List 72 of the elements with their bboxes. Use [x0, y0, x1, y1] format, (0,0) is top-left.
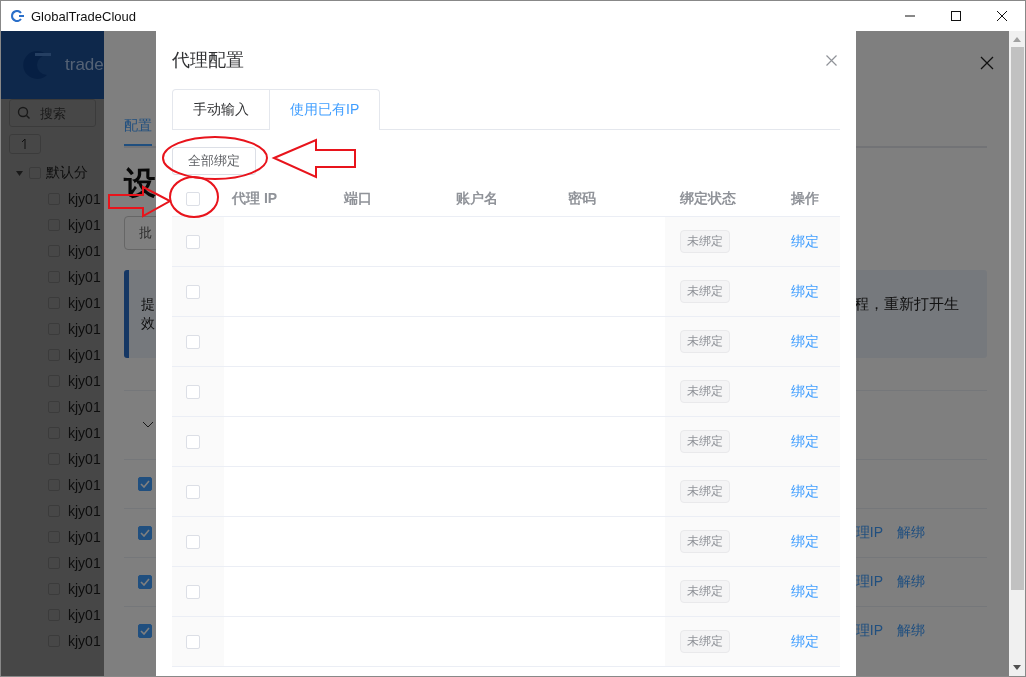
tree-item[interactable]: kjy01: [68, 243, 101, 259]
column-header: 操作: [791, 190, 819, 208]
bind-link[interactable]: 绑定: [791, 432, 819, 451]
tree-item[interactable]: kjy01: [68, 477, 101, 493]
window-title: GlobalTradeCloud: [31, 8, 137, 24]
tree-item[interactable]: kjy01: [68, 425, 101, 441]
status-tag: 未绑定: [680, 330, 730, 353]
scroll-up-icon[interactable]: [1013, 37, 1021, 42]
row-link[interactable]: 理IP: [855, 573, 883, 591]
bind-link[interactable]: 绑定: [791, 632, 819, 651]
checkbox[interactable]: [138, 624, 152, 638]
status-tag: 未绑定: [680, 430, 730, 453]
status-tag: 未绑定: [680, 380, 730, 403]
logo-text: trade: [65, 55, 104, 75]
scrollbar[interactable]: [1009, 31, 1025, 676]
status-tag: 未绑定: [680, 480, 730, 503]
row-link[interactable]: 解绑: [897, 573, 925, 591]
row-link[interactable]: 解绑: [897, 524, 925, 542]
tree-item[interactable]: kjy01: [68, 503, 101, 519]
notice-text: 效: [141, 314, 155, 333]
bind-link[interactable]: 绑定: [791, 382, 819, 401]
tree-item[interactable]: kjy01: [68, 529, 101, 545]
search-icon: [17, 106, 31, 120]
tab[interactable]: 配置: [124, 117, 152, 146]
status-tag: 未绑定: [680, 280, 730, 303]
tree-item[interactable]: kjy01: [68, 217, 101, 233]
status-tag: 未绑定: [680, 580, 730, 603]
bind-link[interactable]: 绑定: [791, 282, 819, 301]
bind-link[interactable]: 绑定: [791, 332, 819, 351]
notice-text: 提: [141, 295, 155, 314]
column-header: 密码: [568, 190, 596, 208]
status-tag: 未绑定: [680, 230, 730, 253]
bind-link[interactable]: 绑定: [791, 582, 819, 601]
tree-item[interactable]: kjy01: [68, 451, 101, 467]
expand-caret-icon[interactable]: [15, 168, 24, 178]
chevron-down-icon[interactable]: [142, 421, 154, 429]
tab[interactable]: 使用已有IP: [270, 89, 381, 130]
dialog-title: 代理配置: [172, 49, 244, 72]
scroll-down-icon[interactable]: [1013, 665, 1021, 670]
checkbox[interactable]: [138, 526, 152, 540]
status-tag: 未绑定: [680, 630, 730, 653]
tree-item[interactable]: kjy01: [68, 399, 101, 415]
tree-item[interactable]: kjy01: [68, 295, 101, 311]
bind-link[interactable]: 绑定: [791, 482, 819, 501]
tree-item[interactable]: kjy01: [68, 581, 101, 597]
tree-item[interactable]: kjy01: [68, 347, 101, 363]
column-header: 账户名: [456, 190, 498, 208]
column-header: 端口: [344, 190, 372, 208]
checkbox[interactable]: [138, 575, 152, 589]
tree-item[interactable]: kjy01: [68, 373, 101, 389]
tree-item[interactable]: kjy01: [68, 555, 101, 571]
tree-item[interactable]: kjy01: [68, 269, 101, 285]
tree-item[interactable]: kjy01: [68, 633, 101, 649]
bind-link[interactable]: 绑定: [791, 232, 819, 251]
checkbox[interactable]: [138, 477, 152, 491]
column-header: 代理 IP: [232, 190, 278, 208]
status-tag: 未绑定: [680, 530, 730, 553]
sort-button[interactable]: [9, 134, 41, 154]
column-header: 绑定状态: [680, 190, 736, 208]
tree-item[interactable]: kjy01: [68, 191, 101, 207]
bind-all-button[interactable]: 全部绑定: [172, 147, 256, 175]
bind-link[interactable]: 绑定: [791, 532, 819, 551]
row-link[interactable]: 理IP: [855, 622, 883, 640]
app-icon: [11, 10, 25, 22]
tree-item[interactable]: kjy01: [68, 321, 101, 337]
row-link[interactable]: 解绑: [897, 622, 925, 640]
tree-item[interactable]: kjy01: [68, 607, 101, 623]
scrollbar-thumb[interactable]: [1010, 47, 1024, 590]
row-link[interactable]: 理IP: [855, 524, 883, 542]
tab[interactable]: 手动输入: [172, 89, 270, 129]
maximize-icon[interactable]: [950, 10, 962, 22]
close-icon[interactable]: [996, 10, 1008, 22]
